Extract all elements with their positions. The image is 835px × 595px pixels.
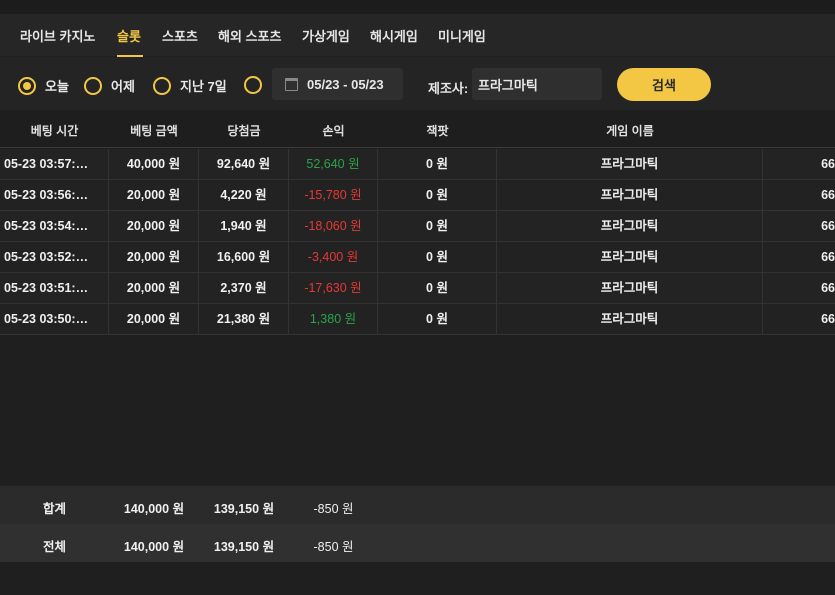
cell-bet-amount: 40,000 원 <box>109 149 199 179</box>
radio-unchecked-icon <box>84 76 102 95</box>
total-bet: 140,000 원 <box>123 540 185 554</box>
category-tabs: 라이브 카지노 슬롯 스포츠 해외 스포츠 가상게임 해시게임 미니게임 <box>0 14 835 57</box>
cell-game-name: 프라그마틱 <box>497 180 763 210</box>
radio-custom-range[interactable] <box>244 76 262 94</box>
tab-mini-games[interactable]: 미니게임 <box>438 26 486 45</box>
cell-game-name: 프라그마틱 <box>497 242 763 272</box>
tab-virtual-games[interactable]: 가상게임 <box>302 26 350 45</box>
table-row[interactable]: 05-23 03:50:… 20,000 원 21,380 원 1,380 원0 원프… <box>0 304 835 335</box>
total-label: 전체 <box>42 540 66 554</box>
cell-bet-time: 05-23 03:56:… <box>0 180 109 210</box>
table-header: 베팅 시간 베팅 금액 당첨금 손익 잭팟 게임 이름 <box>0 111 835 148</box>
radio-today[interactable]: 오늘 <box>18 76 69 95</box>
cell-jackpot: 0 원 <box>378 180 497 210</box>
cell-profit: -18,060 원 <box>289 211 378 241</box>
calendar-icon <box>285 77 298 91</box>
summary-section: 합계 140,000 원 139,150 원 -850 원 전체 140,000… <box>0 486 835 562</box>
cell-bet-time: 05-23 03:57:… <box>0 149 109 179</box>
cell-winnings: 16,600 원 <box>199 242 289 272</box>
cell-game-name: 프라그마틱 <box>497 211 763 241</box>
cell-extra: 66 <box>821 281 835 295</box>
cell-game-name: 프라그마틱 <box>497 304 763 334</box>
cell-jackpot: 0 원 <box>378 304 497 334</box>
cell-extra: 66 <box>821 188 835 202</box>
radio-today-label: 오늘 <box>45 79 69 94</box>
tab-overseas-sports[interactable]: 해외 스포츠 <box>218 26 281 45</box>
summary-row-subtotal: 합계 140,000 원 139,150 원 -850 원 <box>0 486 835 524</box>
date-range-value: 05/23 - 05/23 <box>307 76 384 92</box>
table-row[interactable]: 05-23 03:52:… 20,000 원 16,600 원 -3,400 원0 원… <box>0 242 835 273</box>
cell-winnings: 4,220 원 <box>199 180 289 210</box>
cell-extra: 66 <box>821 250 835 264</box>
table-row[interactable]: 05-23 03:51:… 20,000 원 2,370 원 -17,630 원0 원… <box>0 273 835 304</box>
cell-winnings: 92,640 원 <box>199 149 289 179</box>
subtotal-bet: 140,000 원 <box>123 502 185 516</box>
cell-bet-amount: 20,000 원 <box>109 211 199 241</box>
filter-bar: 오늘 어제 지난 7일 05/23 - 05/23 제조사: 검색 <box>0 57 835 110</box>
search-button[interactable]: 검색 <box>617 68 711 101</box>
table-row[interactable]: 05-23 03:54:… 20,000 원 1,940 원 -18,060 원0 원… <box>0 211 835 242</box>
cell-extra: 66 <box>821 157 835 171</box>
cell-game-name: 프라그마틱 <box>497 273 763 303</box>
cell-winnings: 21,380 원 <box>199 304 289 334</box>
cell-bet-time: 05-23 03:51:… <box>0 273 109 303</box>
cell-jackpot: 0 원 <box>378 273 497 303</box>
cell-bet-time: 05-23 03:54:… <box>0 211 109 241</box>
radio-checked-icon <box>18 76 36 95</box>
cell-profit: -15,780 원 <box>289 180 378 210</box>
cell-bet-time: 05-23 03:52:… <box>0 242 109 272</box>
cell-profit: 1,380 원 <box>289 304 378 334</box>
cell-profit: 52,640 원 <box>289 149 378 179</box>
tab-sports[interactable]: 스포츠 <box>162 26 198 45</box>
table-row[interactable]: 05-23 03:57:… 40,000 원 92,640 원 52,640 원0 원… <box>0 149 835 180</box>
cell-profit: -3,400 원 <box>289 242 378 272</box>
cell-jackpot: 0 원 <box>378 211 497 241</box>
tab-hash-games[interactable]: 해시게임 <box>370 26 418 45</box>
radio-unchecked-icon <box>153 76 171 95</box>
radio-unchecked-icon <box>244 76 262 94</box>
radio-last-7-days[interactable]: 지난 7일 <box>153 76 227 95</box>
header-profit[interactable]: 손익 <box>289 122 378 139</box>
total-win: 139,150 원 <box>213 540 275 554</box>
top-strip <box>0 0 835 14</box>
header-game-name[interactable]: 게임 이름 <box>497 122 763 139</box>
provider-input[interactable] <box>472 68 602 100</box>
total-profit: -850 원 <box>313 540 354 554</box>
header-bet-time[interactable]: 베팅 시간 <box>0 122 109 139</box>
header-winnings[interactable]: 당첨금 <box>199 122 289 139</box>
radio-last-7-label: 지난 7일 <box>180 79 227 94</box>
header-bet-amount[interactable]: 베팅 금액 <box>109 122 199 139</box>
table-row[interactable]: 05-23 03:56:… 20,000 원 4,220 원 -15,780 원0 원… <box>0 180 835 211</box>
subtotal-win: 139,150 원 <box>213 502 275 516</box>
tab-live-casino[interactable]: 라이브 카지노 <box>20 26 95 45</box>
cell-bet-time: 05-23 03:50:… <box>0 304 109 334</box>
cell-bet-amount: 20,000 원 <box>109 273 199 303</box>
cell-winnings: 2,370 원 <box>199 273 289 303</box>
provider-label: 제조사: <box>428 81 469 96</box>
header-jackpot[interactable]: 잭팟 <box>378 122 497 139</box>
tab-slot[interactable]: 슬롯 <box>117 26 141 45</box>
cell-winnings: 1,940 원 <box>199 211 289 241</box>
subtotal-label: 합계 <box>42 502 66 516</box>
cell-bet-amount: 20,000 원 <box>109 304 199 334</box>
radio-yesterday-label: 어제 <box>111 79 135 94</box>
cell-game-name: 프라그마틱 <box>497 149 763 179</box>
table-empty-area <box>0 335 835 486</box>
bottom-area <box>0 562 835 595</box>
cell-jackpot: 0 원 <box>378 242 497 272</box>
cell-bet-amount: 20,000 원 <box>109 180 199 210</box>
subtotal-profit: -850 원 <box>313 502 354 516</box>
cell-bet-amount: 20,000 원 <box>109 242 199 272</box>
table-body: 05-23 03:57:… 40,000 원 92,640 원 52,640 원0 원… <box>0 149 835 335</box>
cell-extra: 66 <box>821 312 835 326</box>
cell-extra: 66 <box>821 219 835 233</box>
cell-profit: -17,630 원 <box>289 273 378 303</box>
summary-row-total: 전체 140,000 원 139,150 원 -850 원 <box>0 524 835 562</box>
radio-yesterday[interactable]: 어제 <box>84 76 135 95</box>
cell-jackpot: 0 원 <box>378 149 497 179</box>
date-range-picker[interactable]: 05/23 - 05/23 <box>272 68 403 100</box>
